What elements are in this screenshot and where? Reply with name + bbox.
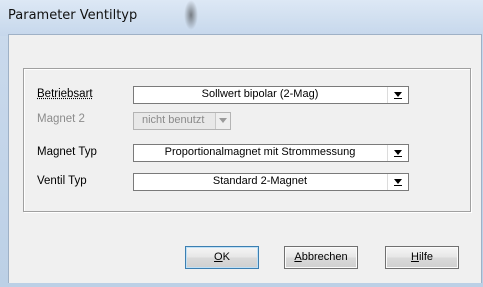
ok-mnemonic: O — [214, 251, 223, 263]
chevron-down-icon[interactable] — [387, 174, 408, 190]
help-label-rest: ilfe — [418, 251, 433, 263]
ventil-typ-value: Standard 2-Magnet — [212, 175, 308, 187]
magnet2-label: Magnet 2 — [37, 113, 85, 125]
betriebsart-value: Sollwert bipolar (2-Mag) — [201, 88, 319, 100]
betriebsart-label: Betriebsart — [37, 88, 93, 100]
ventil-typ-dropdown[interactable]: Standard 2-Magnet — [133, 173, 409, 191]
dialog-client-area: Betriebsart Sollwert bipolar (2-Mag) Mag… — [8, 34, 482, 283]
magnet2-dropdown: nicht benutzt — [133, 112, 231, 130]
cancel-button[interactable]: Abbrechen — [284, 246, 358, 269]
title-bar[interactable]: Parameter Ventiltyp — [0, 0, 483, 36]
help-mnemonic: H — [410, 251, 419, 263]
ok-label-rest: K — [222, 251, 230, 263]
cancel-label-rest: bbrechen — [301, 251, 348, 263]
help-button[interactable]: Hilfe — [385, 246, 459, 269]
dialog-window: Parameter Ventiltyp Betriebsart Sollwert… — [0, 0, 483, 287]
title-bar-artifact — [184, 0, 198, 30]
magnet-typ-dropdown[interactable]: Proportionalmagnet mit Strommessung — [133, 144, 409, 162]
chevron-down-icon — [215, 113, 230, 129]
magnet-typ-label: Magnet Typ — [37, 146, 97, 158]
cancel-mnemonic: A — [294, 251, 302, 263]
ventil-typ-label: Ventil Typ — [37, 175, 87, 187]
ok-button[interactable]: OK — [185, 246, 259, 269]
window-title: Parameter Ventiltyp — [8, 8, 138, 23]
betriebsart-dropdown[interactable]: Sollwert bipolar (2-Mag) — [133, 86, 409, 104]
chevron-down-icon[interactable] — [387, 87, 408, 103]
magnet-typ-value: Proportionalmagnet mit Strommessung — [164, 146, 356, 158]
chevron-down-icon[interactable] — [387, 145, 408, 161]
magnet2-value: nicht benutzt — [142, 114, 205, 126]
